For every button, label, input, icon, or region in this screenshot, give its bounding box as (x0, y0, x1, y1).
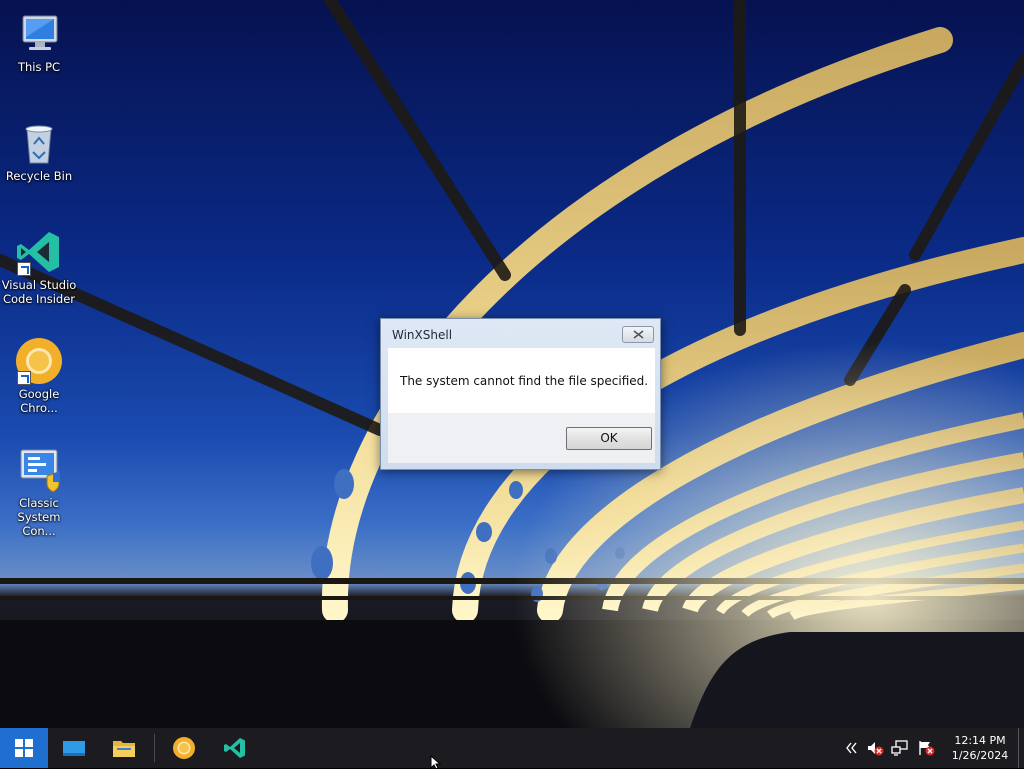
clock-date: 1/26/2024 (951, 749, 1009, 762)
desktop-icon-label: Recycle Bin (5, 169, 73, 183)
desktop-icon-classic-control-panel[interactable]: Classic System Con... (0, 440, 78, 538)
vscode-insiders-icon (15, 228, 63, 276)
desktop-icon-vscode-insider[interactable]: Visual Studio Code Insider (0, 222, 78, 306)
taskbar-chrome[interactable] (160, 728, 208, 768)
vscode-insiders-icon (224, 738, 245, 758)
network-icon[interactable] (891, 739, 909, 757)
desktop-icon (63, 741, 85, 756)
dialog-button-bar: OK (388, 413, 655, 463)
desktop-icon-this-pc[interactable]: This PC (0, 4, 78, 74)
taskbar-separator (154, 734, 155, 762)
taskbar-vscode[interactable] (211, 728, 259, 768)
error-dialog: WinXShell The system cannot find the fil… (380, 318, 661, 470)
chrome-canary-icon (15, 337, 63, 385)
start-button[interactable] (0, 728, 48, 768)
this-pc-icon (15, 10, 63, 58)
control-panel-icon (15, 446, 63, 494)
desktop-icon-recycle-bin[interactable]: Recycle Bin (0, 113, 78, 183)
chrome-canary-icon (173, 737, 195, 759)
desktop-icon-label: Visual Studio Code Insider (1, 278, 77, 306)
desktop-icon-label: Google Chro... (18, 387, 60, 415)
taskbar-show-desktop[interactable] (50, 728, 98, 768)
dialog-message-area: The system cannot find the file specifie… (388, 348, 655, 413)
windows-logo-icon (15, 739, 33, 757)
dialog-message: The system cannot find the file specifie… (400, 374, 649, 388)
clock-time: 12:14 PM (954, 734, 1006, 747)
volume-muted-icon[interactable] (866, 739, 884, 757)
taskbar: 12:14 PM 1/26/2024 (0, 728, 1024, 768)
recycle-bin-icon (15, 119, 63, 167)
dialog-title: WinXShell (392, 328, 453, 342)
show-desktop-button[interactable] (1018, 728, 1019, 768)
shortcut-arrow-icon (17, 371, 31, 385)
ok-button[interactable]: OK (566, 427, 652, 450)
close-icon (633, 330, 644, 339)
folder-icon (113, 741, 135, 757)
desktop-icon-label: Classic System Con... (17, 496, 61, 538)
dialog-close-button[interactable] (622, 326, 654, 343)
desktop-icon-label: This PC (17, 60, 61, 74)
action-center-flag-icon[interactable] (917, 739, 935, 757)
mouse-cursor-icon (430, 755, 442, 769)
taskbar-file-explorer[interactable] (100, 728, 148, 768)
desktop-icon-google-chrome[interactable]: Google Chro... (0, 331, 78, 415)
dialog-titlebar[interactable]: WinXShell (381, 319, 660, 347)
chevron-left-icon[interactable] (842, 739, 860, 757)
shortcut-arrow-icon (17, 262, 31, 276)
taskbar-clock[interactable]: 12:14 PM 1/26/2024 (943, 733, 1017, 763)
